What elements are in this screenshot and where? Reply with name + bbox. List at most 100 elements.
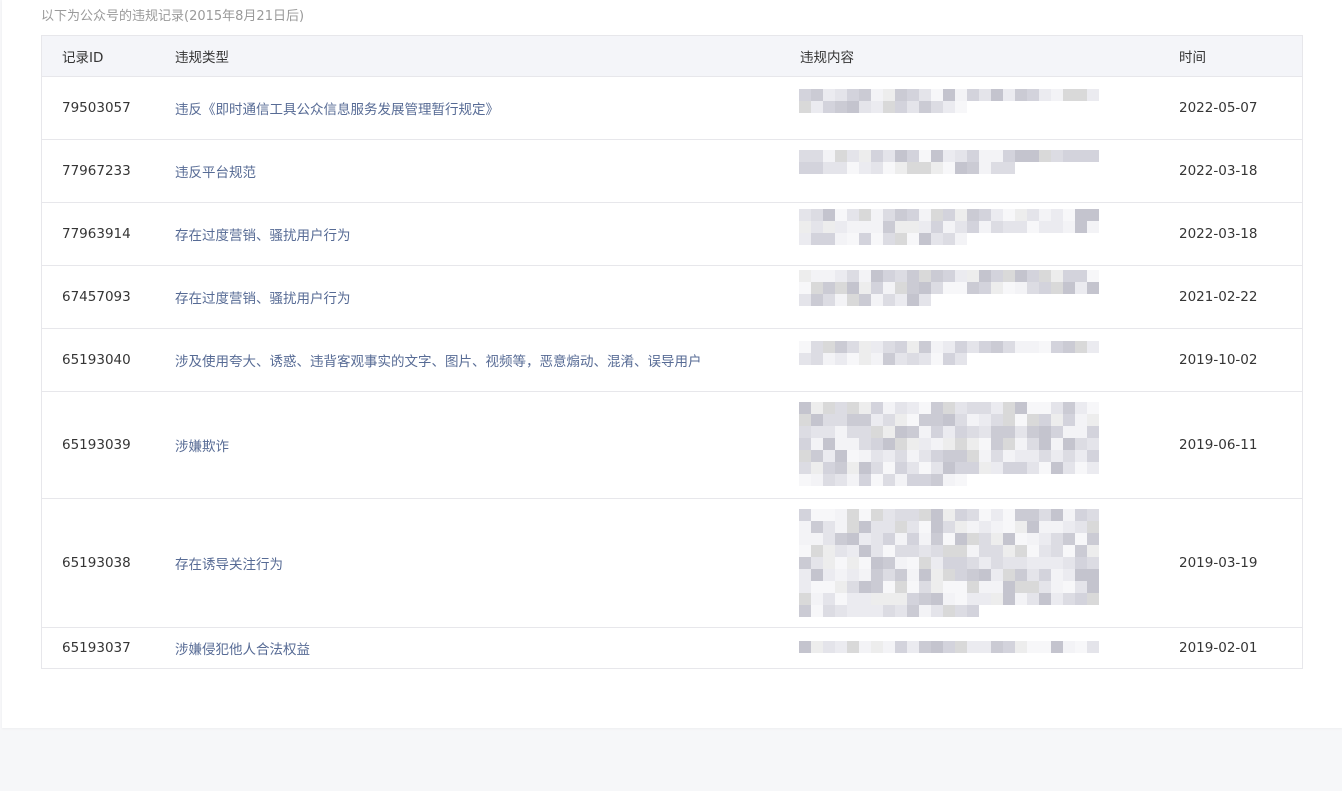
mosaic-pixel: [931, 426, 943, 438]
mosaic-pixel: [943, 641, 955, 653]
mosaic-pixel: [835, 270, 847, 282]
mosaic-pixel: [919, 438, 931, 450]
mosaic-pixel: [835, 162, 847, 174]
mosaic-pixel: [943, 605, 955, 617]
mosaic-pixel: [1015, 353, 1027, 365]
mosaic-pixel: [835, 341, 847, 353]
mosaic-pixel: [823, 438, 835, 450]
mosaic-pixel: [919, 474, 931, 486]
record-date: 2019-03-19: [1179, 555, 1258, 571]
mosaic-pixel: [799, 533, 811, 545]
mosaic-pixel: [955, 593, 967, 605]
mosaic-pixel: [835, 509, 847, 521]
mosaic-pixel: [1003, 474, 1015, 486]
mosaic-pixel: [1027, 150, 1039, 162]
mosaic-pixel: [955, 462, 967, 474]
mosaic-pixel: [799, 150, 811, 162]
mosaic-pixel: [859, 462, 871, 474]
mosaic-pixel: [919, 533, 931, 545]
mosaic-pixel: [1027, 641, 1039, 653]
mosaic-pixel: [919, 509, 931, 521]
mosaic-pixel: [931, 233, 943, 245]
mosaic-pixel: [859, 521, 871, 533]
mosaic-pixel: [847, 569, 859, 581]
mosaic-pixel: [1051, 341, 1063, 353]
mosaic-pixel: [859, 438, 871, 450]
mosaic-pixel: [1003, 521, 1015, 533]
mosaic-pixel: [895, 221, 907, 233]
mosaic-pixel: [1027, 462, 1039, 474]
mosaic-pixel: [883, 521, 895, 533]
mosaic-pixel: [919, 89, 931, 101]
mosaic-pixel: [835, 474, 847, 486]
mosaic-pixel: [991, 101, 1003, 113]
mosaic-pixel: [847, 353, 859, 365]
mosaic-pixel: [991, 162, 1003, 174]
table-row: 65193039 涉嫌欺诈 2019-06-11: [42, 391, 1302, 498]
mosaic-pixel: [931, 414, 943, 426]
mosaic-pixel: [991, 282, 1003, 294]
mosaic-pixel: [931, 593, 943, 605]
mosaic-pixel: [823, 474, 835, 486]
mosaic-pixel: [931, 341, 943, 353]
mosaic-pixel: [1051, 282, 1063, 294]
mosaic-pixel: [883, 426, 895, 438]
mosaic-pixel: [979, 581, 991, 593]
mosaic-pixel: [871, 641, 883, 653]
mosaic-pixel: [919, 521, 931, 533]
mosaic-pixel: [811, 545, 823, 557]
mosaic-pixel: [1087, 221, 1099, 233]
mosaic-pixel: [1003, 462, 1015, 474]
mosaic-pixel: [979, 270, 991, 282]
mosaic-pixel: [1075, 150, 1087, 162]
mosaic-pixel: [1027, 426, 1039, 438]
mosaic-pixel: [991, 402, 1003, 414]
mosaic-pixel: [823, 294, 835, 306]
mosaic-pixel: [799, 569, 811, 581]
mosaic-pixel: [1087, 414, 1099, 426]
mosaic-pixel: [1051, 101, 1063, 113]
mosaic-pixel: [883, 557, 895, 569]
violation-type: 违反《即时通信工具公众信息服务发展管理暂行规定》: [175, 102, 499, 118]
mosaic-pixel: [1039, 545, 1051, 557]
violation-records-panel: 以下为公众号的违规记录(2015年8月21日后) 记录ID 违规类型 违规内容 …: [2, 0, 1342, 728]
mosaic-pixel: [1063, 282, 1075, 294]
mosaic-pixel: [931, 270, 943, 282]
mosaic-pixel: [919, 209, 931, 221]
mosaic-pixel: [1027, 101, 1039, 113]
mosaic-pixel: [919, 426, 931, 438]
mosaic-pixel: [883, 341, 895, 353]
mosaic-pixel: [955, 150, 967, 162]
mosaic-pixel: [979, 353, 991, 365]
mosaic-pixel: [1015, 414, 1027, 426]
mosaic-pixel: [979, 605, 991, 617]
mosaic-pixel: [931, 450, 943, 462]
mosaic-pixel: [1027, 545, 1039, 557]
mosaic-pixel: [835, 545, 847, 557]
mosaic-pixel: [943, 221, 955, 233]
mosaic-pixel: [931, 557, 943, 569]
mosaic-pixel: [943, 438, 955, 450]
mosaic-pixel: [943, 233, 955, 245]
mosaic-pixel: [859, 426, 871, 438]
mosaic-pixel: [1039, 270, 1051, 282]
mosaic-pixel: [1075, 282, 1087, 294]
mosaic-pixel: [1003, 557, 1015, 569]
mosaic-pixel: [895, 341, 907, 353]
mosaic-pixel: [799, 341, 811, 353]
mosaic-pixel: [979, 509, 991, 521]
mosaic-pixel: [907, 282, 919, 294]
mosaic-pixel: [871, 282, 883, 294]
record-date: 2022-03-18: [1179, 226, 1258, 242]
mosaic-pixel: [859, 593, 871, 605]
mosaic-pixel: [1039, 569, 1051, 581]
mosaic-pixel: [955, 450, 967, 462]
mosaic-pixel: [1063, 294, 1075, 306]
mosaic-pixel: [823, 270, 835, 282]
mosaic-pixel: [811, 402, 823, 414]
mosaic-pixel: [1087, 521, 1099, 533]
mosaic-pixel: [1087, 581, 1099, 593]
mosaic-pixel: [991, 353, 1003, 365]
mosaic-pixel: [1087, 101, 1099, 113]
mosaic-pixel: [871, 533, 883, 545]
